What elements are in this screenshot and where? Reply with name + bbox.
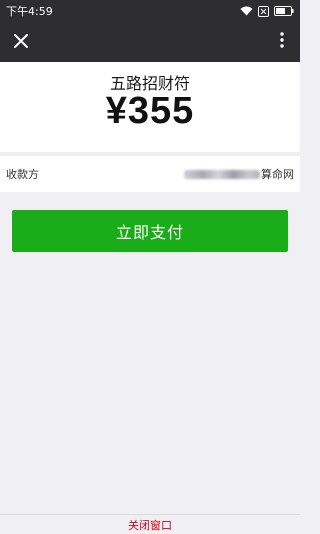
nav-bar: [0, 22, 300, 62]
wifi-icon: [240, 6, 253, 16]
battery-icon: [274, 6, 294, 16]
payee-row: 收款方 算命网: [0, 156, 300, 192]
bottom-bar: 关闭窗口: [0, 514, 300, 534]
close-button[interactable]: [0, 22, 42, 62]
status-time: 下午4:59: [6, 5, 53, 18]
more-vertical-icon: [280, 32, 284, 52]
status-icons: [240, 5, 294, 17]
payee-label: 收款方: [6, 168, 39, 181]
status-bar: 下午4:59: [0, 0, 300, 22]
no-sim-icon: [258, 5, 269, 17]
amount-card: 五路招财符 ¥355: [0, 62, 300, 152]
close-window-link[interactable]: 关闭窗口: [128, 517, 172, 533]
payee-value: 算命网: [184, 166, 294, 182]
payee-suffix: 算命网: [261, 168, 294, 181]
payee-redacted-mask: [184, 169, 260, 179]
payment-screen: 下午4:59 五路招财符 ¥355 收款方 算命网 立即支付 关闭窗口: [0, 0, 300, 534]
close-icon: [14, 33, 28, 52]
pay-now-button[interactable]: 立即支付: [12, 210, 288, 252]
price-amount: ¥355: [105, 90, 195, 132]
more-button[interactable]: [264, 22, 300, 62]
